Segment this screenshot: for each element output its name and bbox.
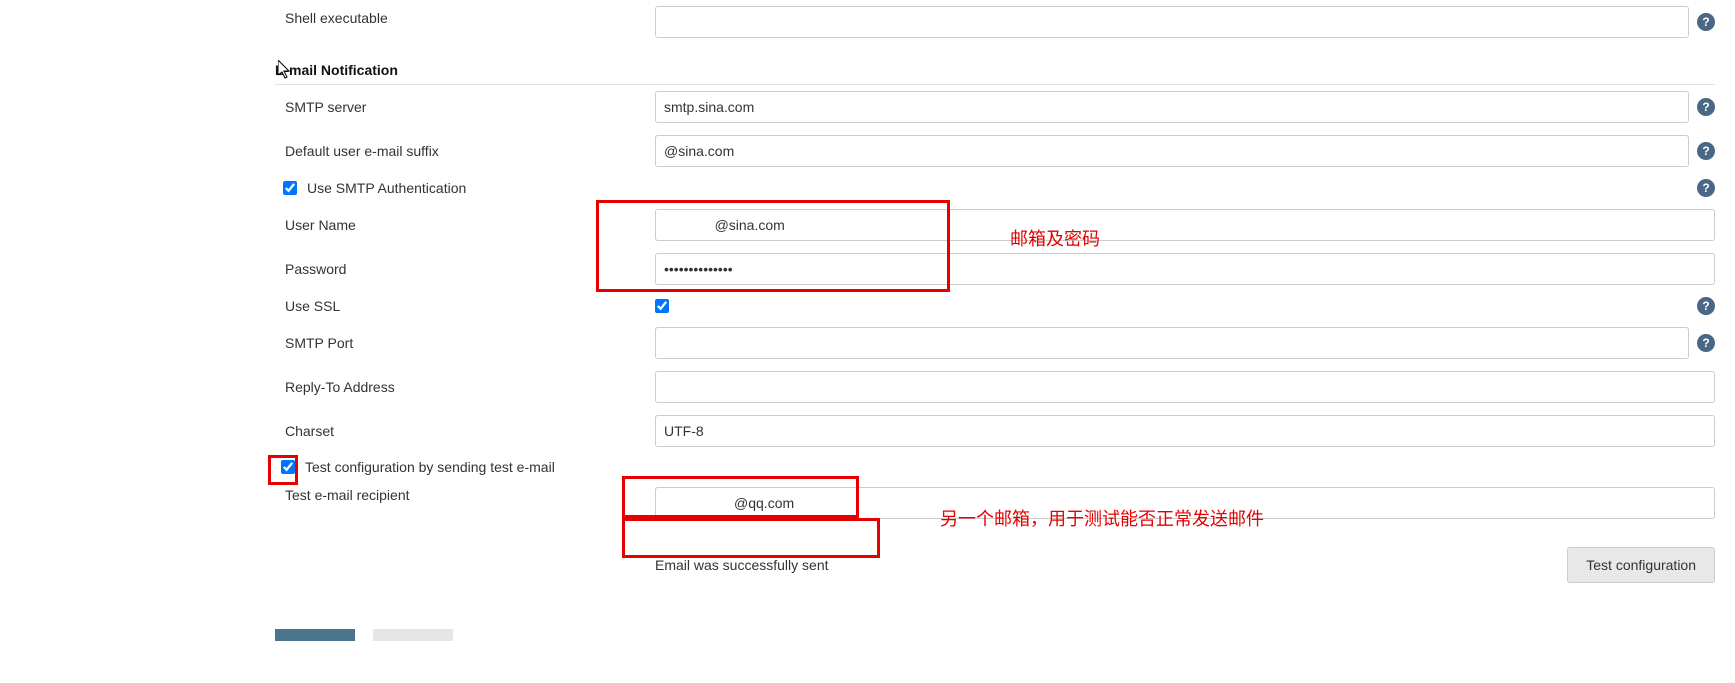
smtp-port-row: SMTP Port ? [275, 321, 1715, 365]
username-row: User Name [275, 203, 1715, 247]
reply-to-label: Reply-To Address [275, 379, 655, 395]
help-icon[interactable]: ? [1697, 334, 1715, 352]
suffix-input[interactable] [655, 135, 1689, 167]
charset-label: Charset [275, 423, 655, 439]
reply-to-row: Reply-To Address [275, 365, 1715, 409]
password-field [655, 253, 1715, 285]
save-button[interactable] [275, 629, 355, 641]
suffix-row: Default user e-mail suffix ? [275, 129, 1715, 173]
use-ssl-checkbox[interactable] [655, 299, 669, 313]
apply-button[interactable] [373, 629, 453, 641]
use-smtp-auth-checkbox[interactable] [283, 181, 297, 195]
shell-executable-label: Shell executable [275, 10, 655, 26]
test-config-checkbox[interactable] [281, 460, 295, 474]
reply-to-field [655, 371, 1715, 403]
reply-to-input[interactable] [655, 371, 1715, 403]
config-form: Shell executable ? E-mail Notification S… [0, 0, 1735, 641]
test-status-message: Email was successfully sent [655, 557, 829, 573]
shell-executable-input[interactable] [655, 6, 1689, 38]
help-icon[interactable]: ? [1697, 13, 1715, 31]
password-label: Password [275, 261, 655, 277]
smtp-server-row: SMTP server ? [275, 85, 1715, 129]
test-config-label: Test configuration by sending test e-mai… [305, 459, 555, 475]
bottom-buttons [275, 629, 1715, 641]
use-smtp-auth-label: Use SMTP Authentication [307, 180, 466, 196]
smtp-port-label: SMTP Port [275, 335, 655, 351]
help-icon[interactable]: ? [1697, 142, 1715, 160]
suffix-label: Default user e-mail suffix [275, 143, 655, 159]
smtp-server-input[interactable] [655, 91, 1689, 123]
charset-row: Charset [275, 409, 1715, 453]
smtp-server-label: SMTP server [275, 99, 655, 115]
test-recipient-label: Test e-mail recipient [275, 487, 655, 503]
test-config-row: Test configuration by sending test e-mai… [275, 453, 1715, 481]
test-recipient-input[interactable] [655, 487, 1715, 519]
use-ssl-label: Use SSL [275, 298, 655, 314]
shell-executable-field [655, 6, 1689, 38]
username-label: User Name [275, 217, 655, 233]
test-configuration-button[interactable]: Test configuration [1567, 547, 1715, 583]
suffix-field [655, 135, 1689, 167]
password-input[interactable] [655, 253, 1715, 285]
use-ssl-field [655, 299, 1689, 313]
use-smtp-auth-row: Use SMTP Authentication ? [275, 173, 1715, 203]
password-row: Password [275, 247, 1715, 291]
charset-input[interactable] [655, 415, 1715, 447]
test-recipient-row: Test e-mail recipient Email was successf… [275, 481, 1715, 589]
shell-executable-row: Shell executable ? [275, 0, 1715, 44]
charset-field [655, 415, 1715, 447]
help-icon[interactable]: ? [1697, 179, 1715, 197]
test-recipient-field: Email was successfully sent Test configu… [655, 487, 1715, 583]
username-input[interactable] [655, 209, 1715, 241]
use-ssl-row: Use SSL ? [275, 291, 1715, 321]
smtp-port-field [655, 327, 1689, 359]
section-title-email: E-mail Notification [275, 62, 1715, 78]
smtp-server-field [655, 91, 1689, 123]
help-icon[interactable]: ? [1697, 98, 1715, 116]
smtp-port-input[interactable] [655, 327, 1689, 359]
username-field [655, 209, 1715, 241]
help-icon[interactable]: ? [1697, 297, 1715, 315]
